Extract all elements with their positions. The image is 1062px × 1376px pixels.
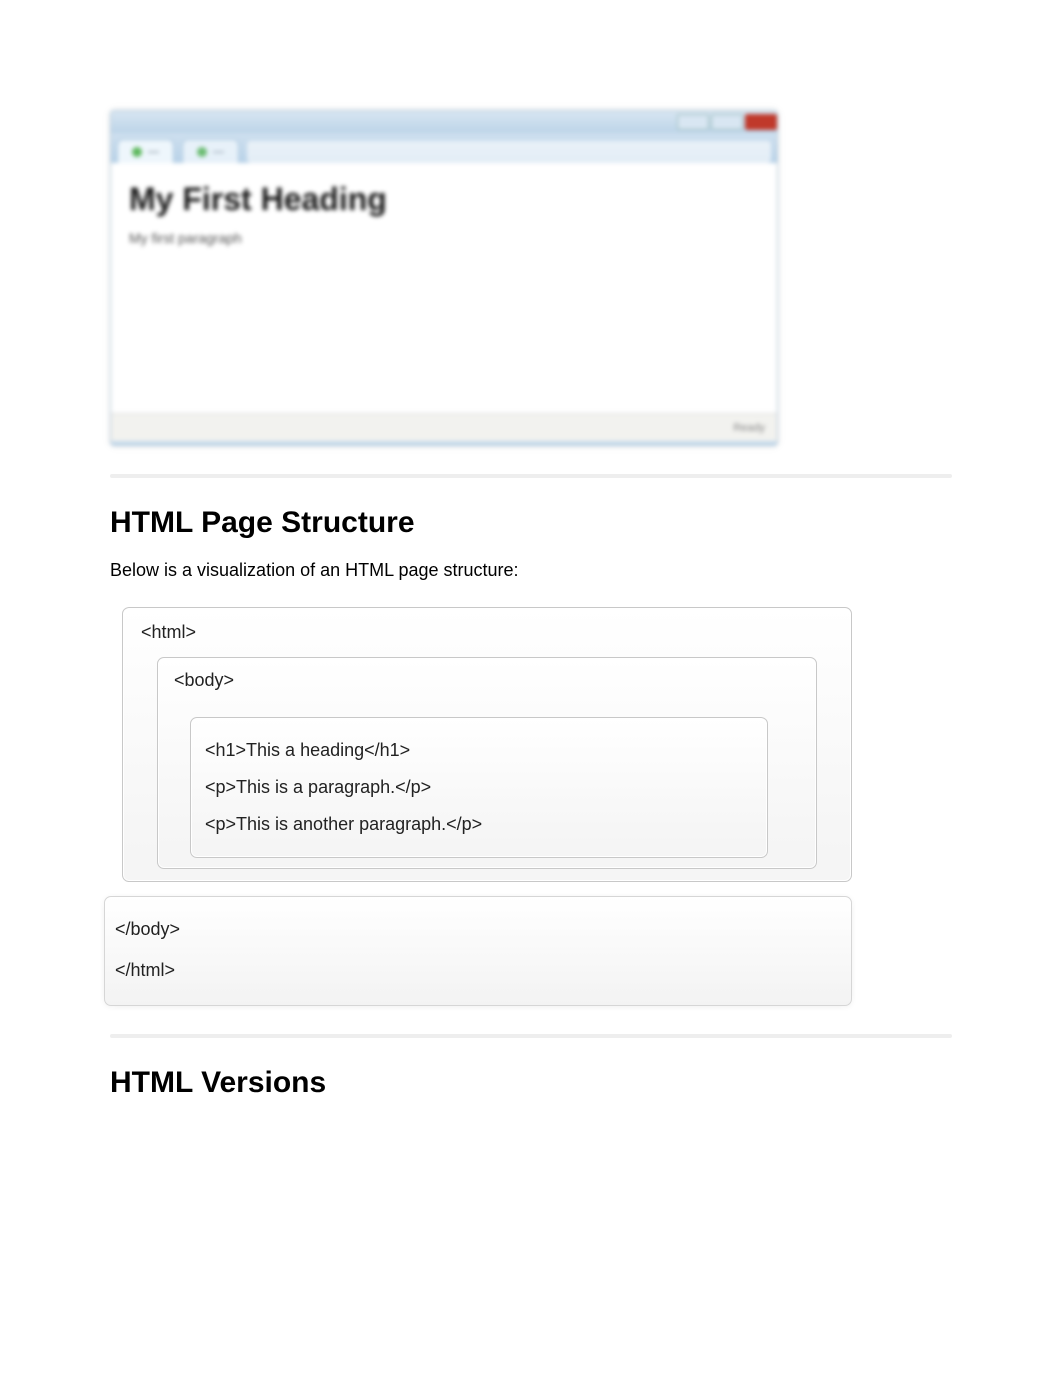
window-minimize-icon [677, 114, 709, 130]
closing-tags-box: </body> </html> [104, 896, 852, 1006]
rendered-paragraph: My first paragraph [129, 230, 759, 246]
html-close-tag: </html> [113, 950, 851, 991]
browser-tab: — [182, 139, 239, 163]
body-close-tag: </body> [113, 909, 851, 950]
content-box: <h1>This a heading</h1> <p>This is a par… [190, 717, 768, 858]
divider [110, 1034, 952, 1038]
browser-titlebar [111, 111, 777, 133]
section-title-versions: HTML Versions [110, 1066, 952, 1100]
body-box: <body> <h1>This a heading</h1> <p>This i… [157, 657, 817, 869]
page-favicon-icon [132, 147, 142, 157]
page-favicon-icon [197, 147, 207, 157]
html-structure-diagram: <html> <body> <h1>This a heading</h1> <p… [122, 607, 852, 882]
p2-line: <p>This is another paragraph.</p> [205, 806, 753, 843]
section-title-structure: HTML Page Structure [110, 506, 952, 540]
browser-tabs: — — [111, 133, 777, 163]
section-intro: Below is a visualization of an HTML page… [110, 560, 952, 581]
window-maximize-icon [711, 114, 743, 130]
p1-line: <p>This is a paragraph.</p> [205, 769, 753, 806]
divider [110, 474, 952, 478]
browser-status-bar: Ready [111, 413, 777, 441]
html-open-tag: <html> [135, 618, 839, 651]
h1-line: <h1>This a heading</h1> [205, 732, 753, 769]
browser-content: My First Heading My first paragraph [111, 163, 777, 413]
browser-screenshot: — — My First Heading My first paragraph … [110, 110, 778, 446]
html-box: <html> <body> <h1>This a heading</h1> <p… [122, 607, 852, 882]
status-text: Ready [733, 422, 765, 434]
browser-tab: — [117, 139, 174, 163]
window-close-icon [745, 114, 777, 130]
rendered-heading: My First Heading [129, 181, 759, 218]
body-open-tag: <body> [168, 666, 806, 699]
address-bar [247, 141, 771, 163]
